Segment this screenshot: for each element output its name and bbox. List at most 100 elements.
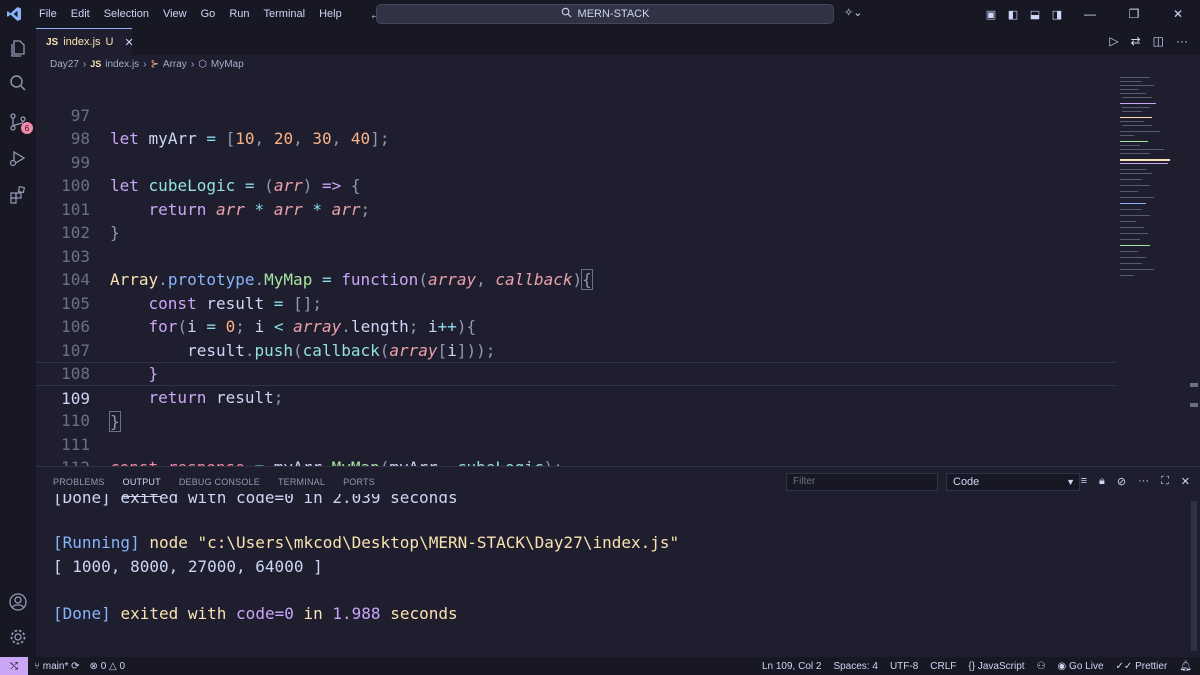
account-icon[interactable] xyxy=(6,590,30,614)
menu-go[interactable]: Go xyxy=(194,0,223,28)
minimize-icon[interactable]: — xyxy=(1068,7,1112,21)
minimap[interactable] xyxy=(1116,73,1186,466)
open-changes-icon[interactable]: ⇄ xyxy=(1131,34,1141,48)
scroll-marker xyxy=(1190,383,1198,387)
toggle-panel-icon[interactable]: ⬓ xyxy=(1024,8,1046,21)
prettier-status[interactable]: ✓✓ Prettier xyxy=(1116,661,1168,672)
language-name: JavaScript xyxy=(977,660,1025,672)
more-actions-icon[interactable]: ··· xyxy=(1176,34,1188,48)
remote-indicator-icon[interactable]: ⤭ xyxy=(0,657,28,675)
code-editor[interactable]: 97 let myArr = [10, 20, 30, 40]; 98 99 l… xyxy=(36,73,1116,466)
code-line: 105 for(i = 0; i < array.length; i++){ xyxy=(36,268,1116,337)
editor-tab-bar: JS index.js U ✕ ▷ ⇄ ◫ ··· xyxy=(36,28,1200,55)
lock-scroll-icon[interactable]: 🔒︎ xyxy=(1099,475,1105,488)
breadcrumb-file[interactable]: index.js xyxy=(105,59,139,70)
run-debug-icon[interactable] xyxy=(6,146,30,170)
breadcrumb-symbol-mymap[interactable]: MyMap xyxy=(211,59,244,70)
clear-output-icon[interactable]: ⊘ xyxy=(1117,475,1126,488)
code-line: 108 return result; xyxy=(36,339,1116,407)
menu-run[interactable]: Run xyxy=(222,0,256,28)
indentation[interactable]: Spaces: 4 xyxy=(833,661,877,672)
workspace-name: MERN-STACK xyxy=(577,8,650,20)
restore-icon[interactable]: ❐ xyxy=(1112,7,1156,21)
cursor-position[interactable]: Ln 109, Col 2 xyxy=(762,661,822,672)
menu-file[interactable]: File xyxy=(32,0,64,28)
code-line: 106 result.push(callback(array[i])); xyxy=(36,292,1116,360)
settings-gear-icon[interactable] xyxy=(6,625,30,649)
line-ending[interactable]: CRLF xyxy=(930,661,956,672)
run-code-icon[interactable]: ▷ xyxy=(1109,34,1118,48)
problems-status[interactable]: ⊗ 0 △ 0 xyxy=(90,661,126,672)
language-mode[interactable]: {} JavaScript xyxy=(968,661,1024,672)
close-panel-icon[interactable]: ✕ xyxy=(1181,475,1190,488)
running-command: node "c:\Users\mkcod\Desktop\MERN-STACK\… xyxy=(149,533,680,552)
source-control-icon[interactable]: 6 xyxy=(6,110,33,134)
done-seconds: 1.988 xyxy=(332,604,381,623)
git-branch-icon: ⑂ xyxy=(34,660,40,672)
javascript-file-icon: JS xyxy=(90,59,102,69)
minimap-preview xyxy=(1120,77,1170,276)
javascript-file-icon: JS xyxy=(46,36,59,48)
status-right: Ln 109, Col 2 Spaces: 4 UTF-8 CRLF {} Ja… xyxy=(762,657,1192,675)
output-filter-input[interactable]: Filter xyxy=(786,473,938,491)
breadcrumb-symbol-array[interactable]: Array xyxy=(163,59,187,70)
split-editor-icon[interactable]: ◫ xyxy=(1153,34,1164,48)
done-code: code=0 xyxy=(236,604,294,623)
warning-icon: △ xyxy=(109,660,117,672)
notifications-bell-icon[interactable]: 🔔︎ xyxy=(1179,661,1192,672)
more-actions-icon[interactable]: ··· xyxy=(1138,475,1149,488)
tab-output[interactable]: OUTPUT xyxy=(122,467,161,497)
chevron-down-icon: ▼ xyxy=(1066,477,1075,487)
word-wrap-icon[interactable]: ≡ xyxy=(1081,475,1087,488)
search-icon[interactable] xyxy=(6,71,30,95)
title-bar: File Edit Selection View Go Run Terminal… xyxy=(0,0,1200,28)
menu-help[interactable]: Help xyxy=(312,0,349,28)
copilot-status-icon[interactable]: ⚇ xyxy=(1037,661,1046,672)
code-text: const response = myArr.MyMap(myArr, cube… xyxy=(110,456,563,466)
menu-selection[interactable]: Selection xyxy=(97,0,156,28)
menu-view[interactable]: View xyxy=(156,0,194,28)
status-left: ⑂ main* ⟳ ⊗ 0 △ 0 xyxy=(34,661,125,672)
scroll-marker xyxy=(1190,403,1198,407)
code-line: 101 } xyxy=(36,174,1116,243)
code-line: 104 const result = []; xyxy=(36,245,1116,313)
tab-index-js[interactable]: JS index.js U ✕ xyxy=(36,28,134,55)
go-live-button[interactable]: ◉ Go Live xyxy=(1058,661,1104,672)
output-running-line: [Running] node "c:\Users\mkcod\Desktop\M… xyxy=(53,531,679,554)
copilot-icon[interactable]: ✧⌄ xyxy=(844,6,862,19)
code-line: 111 const response = myArr.MyMap(myArr, … xyxy=(36,409,1116,467)
explorer-icon[interactable] xyxy=(6,36,30,60)
command-center-search[interactable]: MERN-STACK xyxy=(376,4,834,24)
close-icon[interactable]: ✕ xyxy=(1156,7,1200,21)
maximize-panel-icon[interactable]: ⛶ xyxy=(1161,475,1169,488)
branch-name: main* xyxy=(42,660,69,672)
status-bar: ⤭ ⑂ main* ⟳ ⊗ 0 △ 0 Ln 109, Col 2 Spaces… xyxy=(0,657,1200,675)
chevron-right-icon: › xyxy=(190,58,195,70)
done-tag: [Done] xyxy=(53,604,111,623)
code-line: 99 let cubeLogic = (arr) => { xyxy=(36,127,1116,196)
tab-terminal[interactable]: TERMINAL xyxy=(278,467,325,497)
breadcrumb-folder[interactable]: Day27 xyxy=(50,59,79,70)
branch-status[interactable]: ⑂ main* ⟳ xyxy=(34,661,80,672)
activity-bar: 6 xyxy=(0,28,36,657)
extensions-icon[interactable] xyxy=(6,183,30,207)
running-tag: [Running] xyxy=(53,533,140,552)
tab-debug-console[interactable]: DEBUG CONSOLE xyxy=(179,467,260,497)
scm-badge: 6 xyxy=(21,122,33,134)
tab-ports[interactable]: PORTS xyxy=(343,467,375,497)
panel-scrollbar[interactable] xyxy=(1188,497,1200,658)
error-count: 0 xyxy=(100,660,107,672)
customize-layout-icon[interactable]: ▣ xyxy=(980,8,1002,21)
done-text: in xyxy=(303,604,323,623)
tab-close-icon[interactable]: ✕ xyxy=(124,36,133,49)
tab-problems[interactable]: PROBLEMS xyxy=(53,467,105,497)
editor-scrollbar[interactable] xyxy=(1188,73,1200,466)
menu-edit[interactable]: Edit xyxy=(64,0,97,28)
encoding[interactable]: UTF-8 xyxy=(890,661,918,672)
panel-scroll-thumb[interactable] xyxy=(1191,501,1197,651)
braces-icon: {} xyxy=(968,660,976,672)
toggle-secondary-sidebar-icon[interactable]: ◨ xyxy=(1046,8,1068,21)
toggle-sidebar-icon[interactable]: ◧ xyxy=(1002,8,1024,21)
menu-terminal[interactable]: Terminal xyxy=(257,0,313,28)
output-channel-select[interactable]: Code ▼ xyxy=(946,473,1080,491)
